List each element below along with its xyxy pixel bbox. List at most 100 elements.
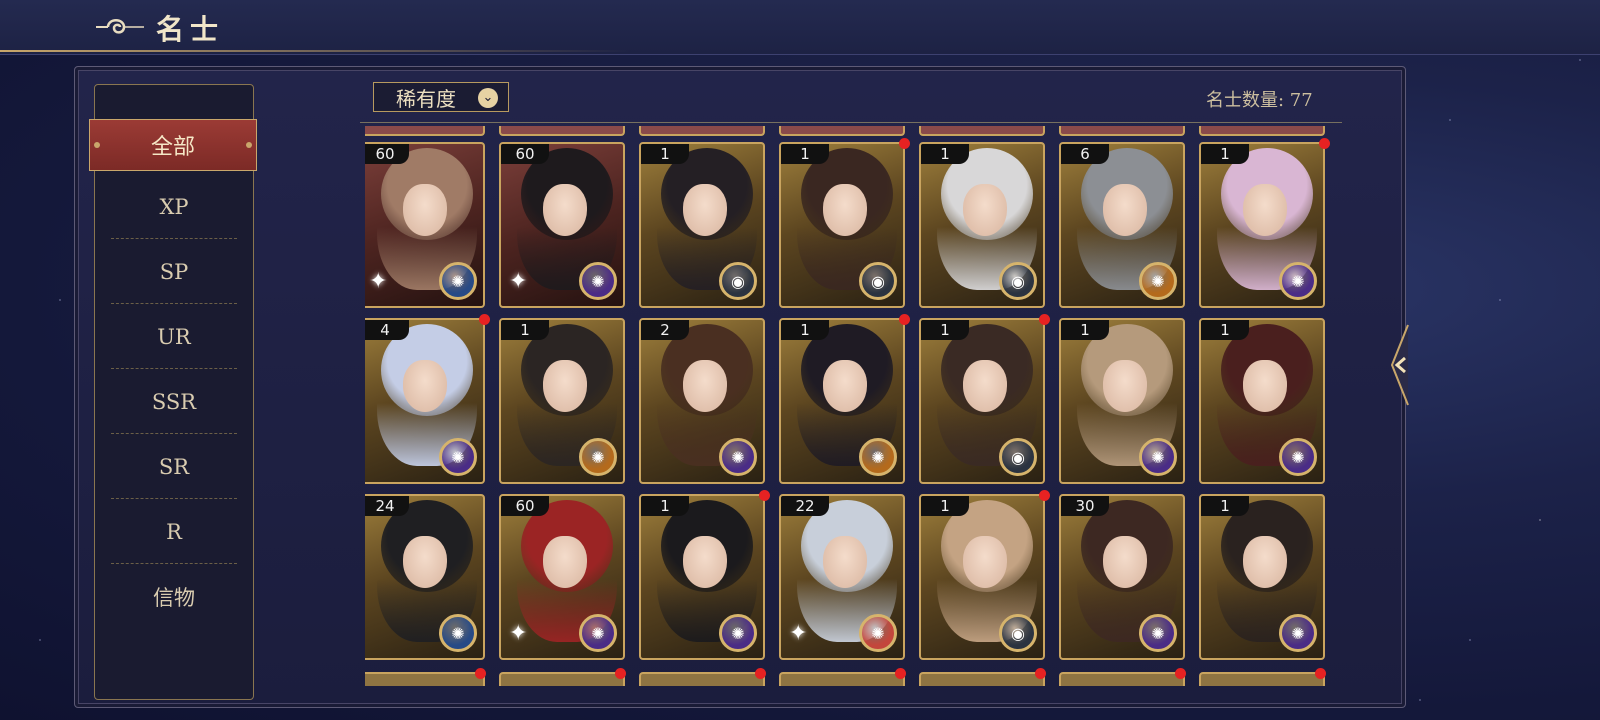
purple-element-icon: ✺	[719, 438, 757, 476]
hero-card[interactable]: 24 ✺	[365, 494, 485, 660]
level-tag: 60	[365, 144, 409, 164]
sidebar-item-token[interactable]: 信物	[111, 564, 237, 629]
card-partial-bottom[interactable]	[639, 672, 765, 686]
hero-card[interactable]: 1 ✺	[639, 494, 765, 660]
purple-element-icon: ✺	[1279, 614, 1317, 652]
hero-card[interactable]: 1 ✺	[1199, 494, 1325, 660]
portrait-face	[543, 360, 587, 412]
sidebar-item-label: XP	[159, 194, 189, 219]
hero-card[interactable]: ✦ 60 ✺	[499, 142, 625, 308]
portrait-face	[823, 360, 867, 412]
hero-card[interactable]: 1 ✺	[1199, 318, 1325, 484]
sidebar-item-label: SP	[159, 259, 189, 284]
hero-card[interactable]: 1 ◉	[919, 142, 1045, 308]
new-indicator-dot	[899, 138, 910, 149]
hero-grid[interactable]: ✦ 60 ✺ ✦ 60 ✺ 1 ◉ 1 ◉ 1 ◉ 6 ✺ 1 ✺ 4 ✺ 1 ✺ 2 ✺ 1 ✺ 1 ◉ 1 ✺ 1 ✺ 24 ✺ ✦ 60 ✺ 1…	[365, 126, 1345, 700]
hero-card[interactable]: 1 ◉	[779, 142, 905, 308]
portrait-face	[963, 184, 1007, 236]
card-partial-bottom[interactable]	[919, 672, 1045, 686]
portrait-face	[543, 536, 587, 588]
card-partial-top	[1059, 126, 1185, 136]
level-tag: 1	[1201, 144, 1249, 164]
hero-card[interactable]: ✦ 60 ✺	[499, 494, 625, 660]
hero-card[interactable]: 1 ✺	[1059, 318, 1185, 484]
level-tag: 1	[921, 144, 969, 164]
level-tag: 1	[921, 496, 969, 516]
new-indicator-dot	[1035, 668, 1046, 679]
card-partial-bottom[interactable]	[779, 672, 905, 686]
sidebar-item-label: 全部	[150, 135, 195, 160]
chevron-left-icon[interactable]	[1388, 320, 1414, 410]
hero-card[interactable]: 1 ✺	[1199, 142, 1325, 308]
new-indicator-dot	[895, 668, 906, 679]
card-partial-bottom[interactable]	[1199, 672, 1325, 686]
card-partial-top	[365, 126, 485, 136]
purple-element-icon: ✺	[1139, 438, 1177, 476]
card-partial-bottom[interactable]	[499, 672, 625, 686]
card-partial-top	[639, 126, 765, 136]
level-tag: 1	[641, 144, 689, 164]
sidebar-item-xp[interactable]: XP	[111, 174, 237, 239]
new-indicator-dot	[1315, 668, 1326, 679]
sidebar-item-sp[interactable]: SP	[111, 239, 237, 304]
ornament-dot-icon	[94, 142, 100, 148]
sidebar-item-ssr[interactable]: SSR	[111, 369, 237, 434]
orange-element-icon: ✺	[579, 438, 617, 476]
sidebar-item-label: SR	[158, 454, 190, 479]
orange-element-icon: ✺	[1139, 262, 1177, 300]
blue-element-icon: ✺	[439, 262, 477, 300]
hero-count: 名士数量: 77	[1206, 90, 1313, 111]
portrait-face	[1103, 184, 1147, 236]
level-tag: 6	[1061, 144, 1109, 164]
portrait-face	[403, 360, 447, 412]
hero-card[interactable]: 1 ◉	[919, 494, 1045, 660]
portrait-face	[1103, 536, 1147, 588]
portrait-face	[683, 184, 727, 236]
sparkle-icon: ✦	[509, 621, 528, 646]
portrait-face	[1103, 360, 1147, 412]
cloud-scroll-icon[interactable]	[94, 14, 146, 40]
eye-element-icon: ◉	[999, 438, 1037, 476]
new-indicator-dot	[475, 668, 486, 679]
sparkle-icon: ✦	[789, 621, 808, 646]
header-divider	[0, 50, 630, 52]
hero-card[interactable]: 30 ✺	[1059, 494, 1185, 660]
card-partial-bottom[interactable]	[1059, 672, 1185, 686]
eye-element-icon: ◉	[999, 262, 1037, 300]
sparkle-icon: ✦	[509, 269, 528, 294]
new-indicator-dot	[479, 314, 490, 325]
card-partial-bottom[interactable]	[365, 672, 485, 686]
sidebar-item-r[interactable]: R	[111, 499, 237, 564]
filter-label: 稀有度	[396, 86, 456, 111]
new-indicator-dot	[899, 314, 910, 325]
sidebar-item-ur[interactable]: UR	[111, 304, 237, 369]
hero-card[interactable]: 1 ✺	[499, 318, 625, 484]
blue-element-icon: ✺	[439, 614, 477, 652]
sidebar-item-sr[interactable]: SR	[111, 434, 237, 499]
hero-card[interactable]: ✦ 60 ✺	[365, 142, 485, 308]
level-tag: 1	[641, 496, 689, 516]
hero-card[interactable]: 6 ✺	[1059, 142, 1185, 308]
level-tag: 4	[365, 320, 409, 340]
sidebar-item-all[interactable]: 全部	[89, 119, 257, 171]
portrait-face	[403, 184, 447, 236]
hero-card[interactable]: 2 ✺	[639, 318, 765, 484]
grid-divider	[360, 122, 1342, 123]
hero-card[interactable]: 4 ✺	[365, 318, 485, 484]
sparkle-icon: ✦	[369, 269, 388, 294]
page-title: 名士	[156, 13, 225, 46]
hero-card[interactable]: 1 ◉	[919, 318, 1045, 484]
portrait-face	[683, 360, 727, 412]
hero-card[interactable]: 1 ✺	[779, 318, 905, 484]
portrait-face	[403, 536, 447, 588]
card-partial-top	[919, 126, 1045, 136]
hero-card[interactable]: 1 ◉	[639, 142, 765, 308]
purple-element-icon: ✺	[719, 614, 757, 652]
hero-card[interactable]: ✦ 22 ✺	[779, 494, 905, 660]
portrait-face	[823, 536, 867, 588]
new-indicator-dot	[1319, 138, 1330, 149]
rarity-filter-dropdown[interactable]: 稀有度 ⌄	[373, 82, 509, 112]
purple-element-icon: ✺	[1139, 614, 1177, 652]
eye-element-icon: ◉	[999, 614, 1037, 652]
eye-element-icon: ◉	[719, 262, 757, 300]
